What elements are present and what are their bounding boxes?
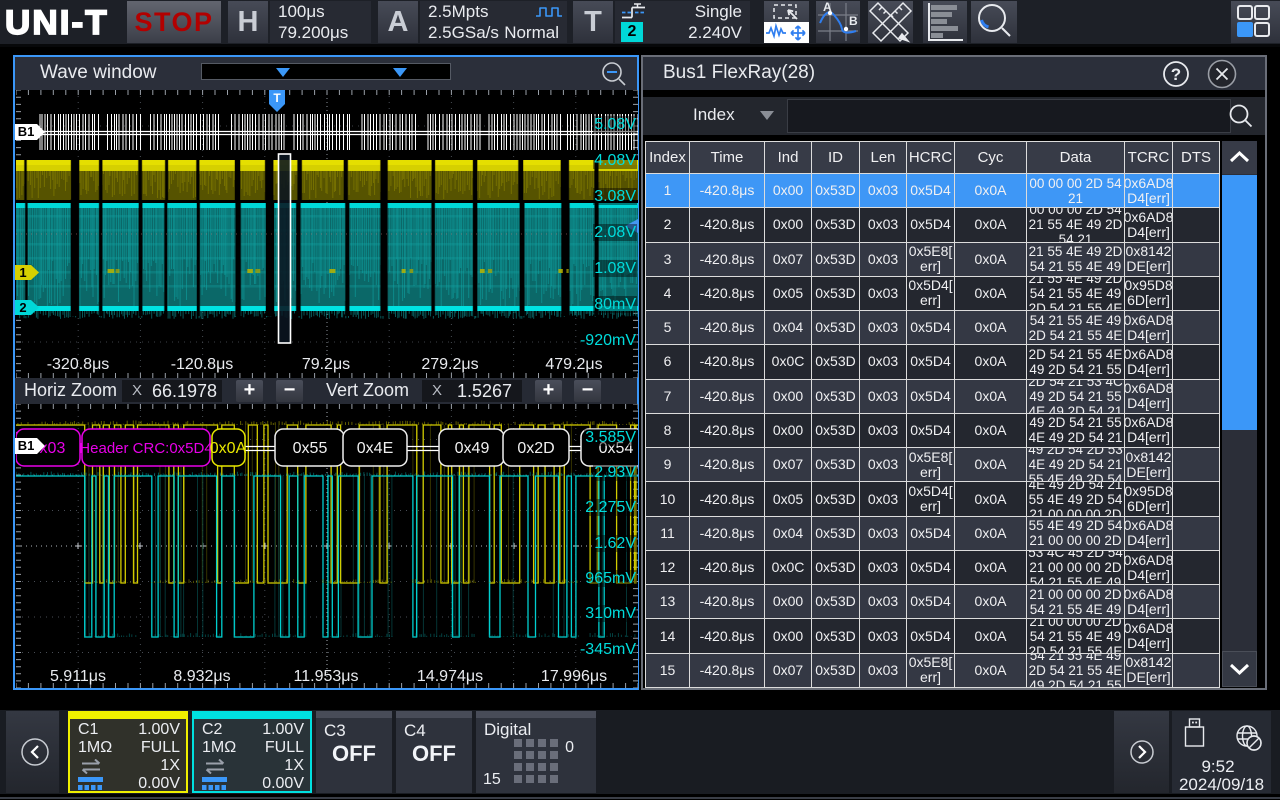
- svg-text:T: T: [273, 91, 281, 105]
- svg-text:0x0A: 0x0A: [210, 440, 247, 457]
- svg-text:0x55: 0x55: [293, 440, 328, 457]
- svg-text:B: B: [849, 14, 858, 28]
- svg-text:?: ?: [1171, 65, 1181, 84]
- svg-text:Header CRC:0x5D4: Header CRC:0x5D4: [79, 440, 212, 457]
- svg-text:0x49: 0x49: [455, 440, 490, 457]
- svg-text:A: A: [823, 1, 832, 14]
- svg-text:0x4E: 0x4E: [357, 440, 393, 457]
- svg-text:0x2D: 0x2D: [517, 440, 554, 457]
